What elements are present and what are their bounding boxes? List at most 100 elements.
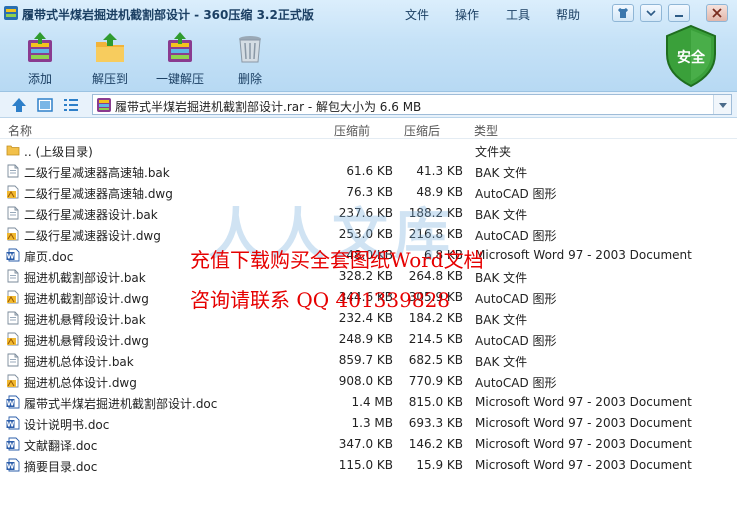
menu-help[interactable]: 帮助 [556,6,580,23]
menu-file[interactable]: 文件 [405,6,429,23]
file-type: BAK 文件 [475,166,528,180]
original-size: 115.0 KB [338,458,393,472]
file-row[interactable]: 掘进机总体设计.dwg 908.0 KB 770.9 KB AutoCAD 图形 [0,371,737,392]
file-type: AutoCAD 图形 [475,292,557,306]
large-icon-view-icon[interactable] [36,96,54,114]
original-size: 344.6 KB [338,290,393,304]
address-text: 履带式半煤岩掘进机截割部设计.rar - 解包大小为 6.6 MB [115,100,422,114]
skin-button[interactable] [612,4,634,22]
close-button[interactable] [706,4,728,22]
file-type: AutoCAD 图形 [475,229,557,243]
file-type: Microsoft Word 97 - 2003 Document [475,248,692,262]
svg-text:W: W [7,442,15,450]
add-button[interactable]: 添加 [10,30,70,87]
file-name: 掘进机截割部设计.dwg [24,292,149,306]
file-name: 二级行星减速器设计.dwg [24,229,161,243]
one-click-extract-icon [168,32,192,62]
file-type: Microsoft Word 97 - 2003 Document [475,395,692,409]
original-size: 328.2 KB [338,269,393,283]
extract-folder-icon [96,33,124,62]
original-size: 248.9 KB [338,332,393,346]
file-type: 文件夹 [475,145,512,159]
file-name: 文献翻译.doc [24,439,98,453]
file-type: AutoCAD 图形 [475,334,557,348]
original-size: 1.4 MB [351,395,393,409]
watermark-logo: 人人文库 [208,203,456,268]
compressed-size: 214.5 KB [408,332,463,346]
file-row[interactable]: 二级行星减速器高速轴.bak 61.6 KB 41.3 KB BAK 文件 [0,161,737,182]
trash-icon [239,36,261,63]
original-size: 1.3 MB [351,416,393,430]
original-size: 232.4 KB [338,311,393,325]
shirt-icon [618,8,628,18]
address-field[interactable]: 履带式半煤岩掘进机截割部设计.rar - 解包大小为 6.6 MB [92,94,732,115]
original-size: 859.7 KB [338,353,393,367]
file-row[interactable]: W 履带式半煤岩掘进机截割部设计.doc 1.4 MB 815.0 KB Microso… [0,392,737,413]
svg-text:W: W [7,421,15,429]
file-row[interactable]: W 摘要目录.doc 115.0 KB 15.9 KB Microsoft Word 9… [0,455,737,476]
add-archive-icon [28,32,52,62]
compressed-size: 305.9 KB [408,290,463,304]
menu-dropdown-button[interactable] [640,4,662,22]
dwg-icon [6,185,20,202]
add-label: 添加 [27,72,52,86]
file-row[interactable]: 掘进机悬臂段设计.bak 232.4 KB 184.2 KB BAK 文件 [0,308,737,329]
column-original-size[interactable]: 压缩前 [334,122,370,139]
column-type[interactable]: 类型 [474,122,498,139]
file-type: BAK 文件 [475,208,528,222]
dwg-icon [6,374,20,391]
svg-text:W: W [7,253,15,261]
original-size: 908.0 KB [338,374,393,388]
compressed-size: 146.2 KB [408,437,463,451]
security-shield-icon[interactable]: 安全 [663,24,719,88]
up-arrow-icon[interactable] [10,96,28,114]
file-type: BAK 文件 [475,271,528,285]
file-name: 扉页.doc [24,250,74,264]
one-click-extract-button[interactable]: 一键解压 [150,30,210,87]
original-size: 61.6 KB [346,164,393,178]
compressed-size: 682.5 KB [408,353,463,367]
minimize-button[interactable] [668,4,690,22]
compressed-size: 15.9 KB [416,458,463,472]
file-name: 二级行星减速器设计.bak [24,208,158,222]
file-icon [6,164,20,181]
file-row[interactable]: W 设计说明书.doc 1.3 MB 693.3 KB Microsoft Word 9… [0,413,737,434]
file-name: 掘进机悬臂段设计.dwg [24,334,149,348]
archive-icon [97,98,111,112]
file-type: BAK 文件 [475,355,528,369]
compressed-size: 264.8 KB [408,269,463,283]
column-compressed-size[interactable]: 压缩后 [404,122,440,139]
menu-tools[interactable]: 工具 [506,6,530,23]
file-icon [6,311,20,328]
file-row[interactable]: 掘进机悬臂段设计.dwg 248.9 KB 214.5 KB AutoCAD 图形 [0,329,737,350]
list-view-icon[interactable] [62,96,80,114]
file-icon [6,269,20,286]
window-title: 履带式半煤岩掘进机截割部设计 - 360压缩 3.2正式版 [22,8,314,22]
extract-to-button[interactable]: 解压到 [80,30,140,87]
file-name: 二级行星减速器高速轴.bak [24,166,170,180]
delete-button[interactable]: 删除 [220,30,280,87]
file-row[interactable]: 掘进机截割部设计.dwg 344.6 KB 305.9 KB AutoCAD 图形 [0,287,737,308]
file-row[interactable]: 掘进机总体设计.bak 859.7 KB 682.5 KB BAK 文件 [0,350,737,371]
one-click-extract-label: 一键解压 [155,72,204,86]
close-icon [712,8,722,18]
file-icon [6,206,20,223]
chevron-down-icon [719,103,727,108]
address-dropdown-button[interactable] [713,95,731,114]
file-type: Microsoft Word 97 - 2003 Document [475,458,692,472]
file-name: .. (上级目录) [24,145,93,159]
chevron-down-icon [646,10,656,17]
svg-text:W: W [7,400,15,408]
column-name[interactable]: 名称 [8,122,32,139]
security-badge-text: 安全 [677,49,706,66]
app-icon [4,6,18,20]
file-row[interactable]: W 文献翻译.doc 347.0 KB 146.2 KB Microsoft Word … [0,434,737,455]
menu-operate[interactable]: 操作 [455,6,479,23]
file-row[interactable]: .. (上级目录) 文件夹 [0,140,737,161]
title-toolbar-area: 履带式半煤岩掘进机截割部设计 - 360压缩 3.2正式版 文件 操作 工具 帮… [0,0,737,92]
dwg-icon [6,332,20,349]
file-icon [6,353,20,370]
column-header-row: 名称 压缩前 压缩后 类型 [0,119,737,139]
compressed-size: 815.0 KB [408,395,463,409]
file-type: Microsoft Word 97 - 2003 Document [475,437,692,451]
